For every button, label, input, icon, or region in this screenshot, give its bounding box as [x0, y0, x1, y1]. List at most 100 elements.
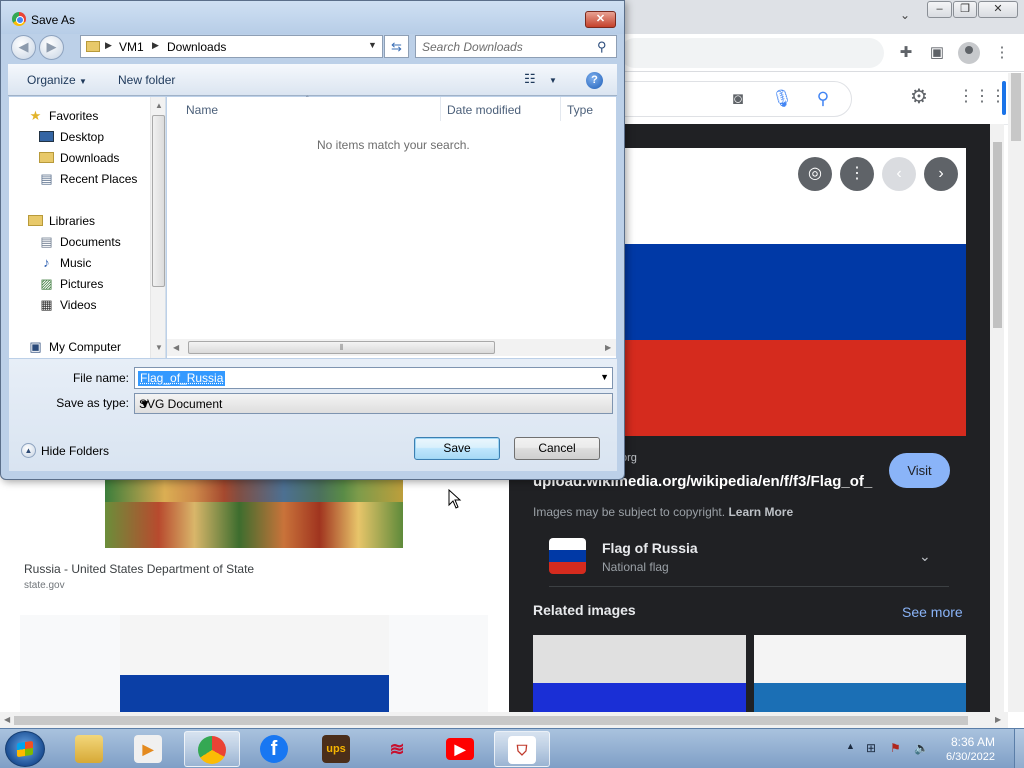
views-dropdown-icon[interactable]: ▼ [549, 76, 557, 85]
google-apps-grid-icon[interactable]: ⋮⋮⋮ [958, 87, 1006, 109]
taskbar-ups[interactable]: ups [309, 731, 365, 767]
search-icon[interactable]: ⚲ [812, 89, 834, 111]
file-list-scrollbar[interactable]: ◀ ⦀ ▶ [167, 339, 616, 356]
learn-more-link[interactable]: Learn More [728, 505, 793, 519]
taskbar: ▶ f ups ≋ ▶ ⛉ ▲ ⊞ ⚑ 🔈 8:36 AM 6/30/2022 [0, 728, 1024, 768]
side-panel-icon[interactable]: ▣ [927, 43, 947, 63]
scroll-left-arrow-icon[interactable]: ◀ [4, 715, 10, 724]
taskbar-chrome[interactable] [184, 731, 240, 767]
taskbar-facebook[interactable]: f [247, 731, 303, 767]
page-horizontal-scrollbar[interactable]: ◀ ▶ [0, 712, 1008, 728]
clock-date[interactable]: 6/30/2022 [946, 751, 995, 763]
back-button[interactable]: ◀ [11, 35, 36, 60]
nav-label: Recent Places [60, 172, 138, 186]
flag-preview-image[interactable] [623, 148, 966, 436]
chrome-menu-icon[interactable]: ⋮ [992, 43, 1012, 63]
camera-search-icon[interactable]: ◙ [727, 89, 749, 111]
file-name-field[interactable]: Flag_of_Russia ▼ [134, 367, 613, 389]
result-thumbnail-kremlin[interactable] [105, 480, 403, 548]
page-scroll-thumb[interactable] [1011, 73, 1021, 141]
result-thumbnail-flag[interactable] [120, 615, 389, 712]
next-image-icon[interactable]: › [924, 157, 958, 191]
column-header-name[interactable]: Name [186, 103, 218, 117]
settings-gear-icon[interactable]: ⚙ [908, 87, 930, 109]
nav-pane-scrollbar[interactable]: ▲ ▼ [150, 97, 165, 358]
documents-icon: ▤ [40, 234, 53, 249]
nav-scroll-thumb[interactable] [152, 115, 165, 287]
cancel-button[interactable]: Cancel [514, 437, 600, 460]
profile-avatar[interactable] [958, 42, 980, 64]
related-image-2[interactable] [754, 635, 966, 712]
search-icon[interactable]: ⚲ [597, 39, 607, 55]
recent-places-icon: ▤ [40, 171, 53, 186]
address-bar[interactable] [620, 38, 884, 68]
expand-chevron-icon[interactable]: ⌄ [919, 548, 931, 565]
search-input[interactable] [422, 39, 592, 54]
preview-scrollbar[interactable] [990, 124, 1004, 712]
show-desktop-button[interactable] [1014, 729, 1024, 768]
see-more-link[interactable]: See more [902, 604, 963, 620]
taskbar-file-explorer[interactable] [62, 731, 118, 767]
scroll-up-arrow-icon[interactable]: ▲ [155, 101, 163, 110]
forward-button[interactable]: ▶ [39, 35, 64, 60]
voice-search-mic-icon[interactable]: 🎙 [771, 89, 793, 111]
action-center-icon[interactable]: ⚑ [890, 741, 901, 755]
taskbar-app-shortcut[interactable]: ⛉ [494, 731, 550, 767]
save-as-type-select[interactable]: SVG Document ▼ [134, 393, 613, 414]
file-name-value[interactable]: Flag_of_Russia [138, 371, 226, 386]
breadcrumb-arrow-icon[interactable]: ▶ [152, 40, 159, 51]
breadcrumb-downloads[interactable]: Downloads [167, 40, 226, 54]
scroll-right-arrow-icon[interactable]: ▶ [605, 343, 611, 352]
scroll-right-arrow-icon[interactable]: ▶ [995, 715, 1001, 724]
refresh-icon[interactable]: ⇆ [384, 35, 409, 58]
show-hidden-icons-icon[interactable]: ▲ [846, 741, 855, 751]
new-folder-button[interactable]: New folder [118, 73, 175, 87]
column-header-type[interactable]: Type [567, 103, 593, 117]
search-box[interactable]: ⚲ [415, 35, 617, 58]
file-scroll-thumb[interactable]: ⦀ [188, 341, 495, 354]
taskbar-youtube[interactable]: ▶ [433, 731, 489, 767]
save-button[interactable]: Save [414, 437, 500, 460]
more-options-icon[interactable]: ⋮ [840, 157, 874, 191]
taskbar-media-player[interactable]: ▶ [121, 731, 177, 767]
dialog-titlebar[interactable]: Save As ✕ [1, 1, 624, 34]
previous-image-icon[interactable]: ‹ [882, 157, 916, 191]
dialog-close-button[interactable]: ✕ [585, 11, 616, 28]
visit-button[interactable]: Visit [889, 453, 950, 488]
scroll-left-arrow-icon[interactable]: ◀ [173, 343, 179, 352]
preview-scroll-thumb[interactable] [993, 142, 1002, 328]
lens-search-icon[interactable]: ◎ [798, 157, 832, 191]
chrome-icon [198, 736, 226, 764]
save-as-type-dropdown-icon[interactable]: ▼ [139, 397, 609, 411]
history-dropdown-icon[interactable]: ▼ [368, 40, 377, 50]
entity-title[interactable]: Flag of Russia [602, 540, 698, 556]
breadcrumb-arrow-icon[interactable]: ▶ [105, 40, 112, 51]
views-icon[interactable]: ☷ [524, 71, 536, 87]
scroll-down-arrow-icon[interactable]: ▼ [155, 343, 163, 352]
help-icon[interactable]: ? [586, 72, 603, 89]
column-divider[interactable] [560, 97, 561, 121]
copyright-notice: Images may be subject to copyright. Lear… [533, 505, 793, 519]
volume-icon[interactable]: 🔈 [914, 741, 929, 755]
taskbar-bank-of-america[interactable]: ≋ [370, 731, 426, 767]
result-title[interactable]: Russia - United States Department of Sta… [24, 562, 254, 576]
close-window-button[interactable]: ✕ [978, 1, 1018, 18]
horizontal-scroll-thumb[interactable] [14, 716, 968, 725]
breadcrumb-vm1[interactable]: VM1 [119, 40, 144, 54]
sign-in-button-edge[interactable] [1002, 81, 1006, 115]
column-divider[interactable] [440, 97, 441, 121]
organize-button[interactable]: Organize ▼ [27, 73, 87, 87]
clock-time[interactable]: 8:36 AM [951, 735, 995, 749]
restore-button[interactable]: ❐ [953, 1, 977, 18]
column-header-date-modified[interactable]: Date modified [447, 103, 521, 117]
file-name-dropdown-icon[interactable]: ▼ [600, 372, 609, 382]
minimize-button[interactable]: – [927, 1, 952, 18]
tab-search-chevron-icon[interactable]: ⌄ [896, 8, 914, 26]
network-icon[interactable]: ⊞ [866, 741, 876, 755]
breadcrumb[interactable]: ▶ VM1 ▶ Downloads ▼ [80, 35, 383, 58]
page-vertical-scrollbar[interactable] [1008, 73, 1024, 712]
start-button[interactable] [5, 731, 45, 767]
extensions-puzzle-icon[interactable]: ✚ [896, 43, 916, 63]
related-image-1[interactable] [533, 635, 746, 712]
entity-subtitle: National flag [602, 560, 669, 574]
